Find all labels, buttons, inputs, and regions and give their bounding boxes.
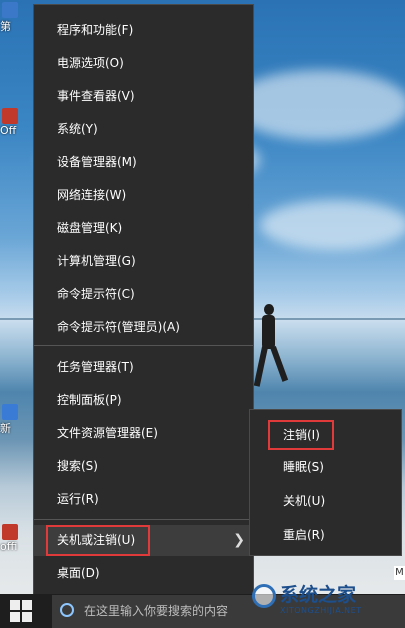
menu-item-device-manager[interactable]: 设备管理器(M) xyxy=(34,147,253,177)
highlight-box xyxy=(268,420,334,450)
windows-start-button[interactable] xyxy=(10,600,32,622)
desktop-icon-label: 新 xyxy=(0,422,11,435)
menu-item-file-explorer[interactable]: 文件资源管理器(E) xyxy=(34,418,253,448)
desktop-icon-label: Off xyxy=(0,124,17,137)
wallpaper-cloud xyxy=(260,200,405,250)
corner-badge: M xyxy=(394,566,405,580)
submenu-item-label: 睡眠(S) xyxy=(283,460,324,474)
menu-item-label: 电源选项(O) xyxy=(57,56,124,70)
winx-context-menu: 程序和功能(F) 电源选项(O) 事件查看器(V) 系统(Y) 设备管理器(M)… xyxy=(33,4,254,595)
menu-item-label: 命令提示符(管理员)(A) xyxy=(57,320,180,334)
chevron-right-icon: ❯ xyxy=(233,532,245,548)
highlight-box xyxy=(46,525,150,556)
office-icon xyxy=(2,524,18,540)
shutdown-submenu: 注销(I) 睡眠(S) 关机(U) 重启(R) xyxy=(249,409,402,556)
submenu-item-restart[interactable]: 重启(R) xyxy=(250,520,401,550)
menu-item-label: 控制面板(P) xyxy=(57,393,122,407)
menu-item-label: 设备管理器(M) xyxy=(57,155,137,169)
menu-item-disk-management[interactable]: 磁盘管理(K) xyxy=(34,213,253,243)
menu-item-event-viewer[interactable]: 事件查看器(V) xyxy=(34,81,253,111)
menu-item-label: 网络连接(W) xyxy=(57,188,127,202)
menu-item-label: 系统(Y) xyxy=(57,122,98,136)
menu-item-label: 程序和功能(F) xyxy=(57,23,134,37)
menu-item-label: 命令提示符(C) xyxy=(57,287,135,301)
cortana-icon xyxy=(60,603,74,617)
submenu-item-label: 重启(R) xyxy=(283,528,325,542)
menu-item-label: 计算机管理(G) xyxy=(57,254,136,268)
menu-item-programs-features[interactable]: 程序和功能(F) xyxy=(34,15,253,45)
menu-item-desktop[interactable]: 桌面(D) xyxy=(34,558,253,588)
app-icon xyxy=(2,2,18,18)
menu-item-label: 搜索(S) xyxy=(57,459,98,473)
submenu-item-sleep[interactable]: 睡眠(S) xyxy=(250,452,401,482)
submenu-item-shutdown[interactable]: 关机(U) xyxy=(250,486,401,516)
menu-item-label: 桌面(D) xyxy=(57,566,100,580)
taskbar: 在这里输入你要搜索的内容 xyxy=(0,594,405,628)
menu-item-label: 事件查看器(V) xyxy=(57,89,135,103)
app-icon xyxy=(2,404,18,420)
menu-item-label: 文件资源管理器(E) xyxy=(57,426,158,440)
menu-item-control-panel[interactable]: 控制面板(P) xyxy=(34,385,253,415)
menu-separator xyxy=(34,519,253,520)
menu-item-label: 任务管理器(T) xyxy=(57,360,134,374)
menu-item-run[interactable]: 运行(R) xyxy=(34,484,253,514)
menu-item-power-options[interactable]: 电源选项(O) xyxy=(34,48,253,78)
desktop-icon-2[interactable]: Off xyxy=(0,108,22,137)
desktop-icon-4[interactable]: offi xyxy=(0,524,22,553)
desktop-icon-1[interactable]: 第 xyxy=(0,2,22,34)
submenu-item-label: 关机(U) xyxy=(283,494,326,508)
windows-logo-icon xyxy=(10,600,20,610)
menu-item-label: 运行(R) xyxy=(57,492,99,506)
menu-item-computer-management[interactable]: 计算机管理(G) xyxy=(34,246,253,276)
office-icon xyxy=(2,108,18,124)
desktop-icon-label: offi xyxy=(0,540,18,553)
menu-item-task-manager[interactable]: 任务管理器(T) xyxy=(34,352,253,382)
desktop-icon-label: 第 xyxy=(0,20,11,33)
desktop-icon-3[interactable]: 新 xyxy=(0,404,22,436)
menu-item-system[interactable]: 系统(Y) xyxy=(34,114,253,144)
menu-item-label: 磁盘管理(K) xyxy=(57,221,123,235)
menu-item-network-connections[interactable]: 网络连接(W) xyxy=(34,180,253,210)
menu-item-command-prompt-admin[interactable]: 命令提示符(管理员)(A) xyxy=(34,312,253,342)
menu-separator xyxy=(34,345,253,346)
wallpaper-runner xyxy=(253,304,289,396)
wallpaper-cloud xyxy=(230,70,405,140)
menu-item-command-prompt[interactable]: 命令提示符(C) xyxy=(34,279,253,309)
search-placeholder: 在这里输入你要搜索的内容 xyxy=(84,604,229,618)
menu-item-search[interactable]: 搜索(S) xyxy=(34,451,253,481)
taskbar-search-box[interactable]: 在这里输入你要搜索的内容 xyxy=(52,595,405,628)
